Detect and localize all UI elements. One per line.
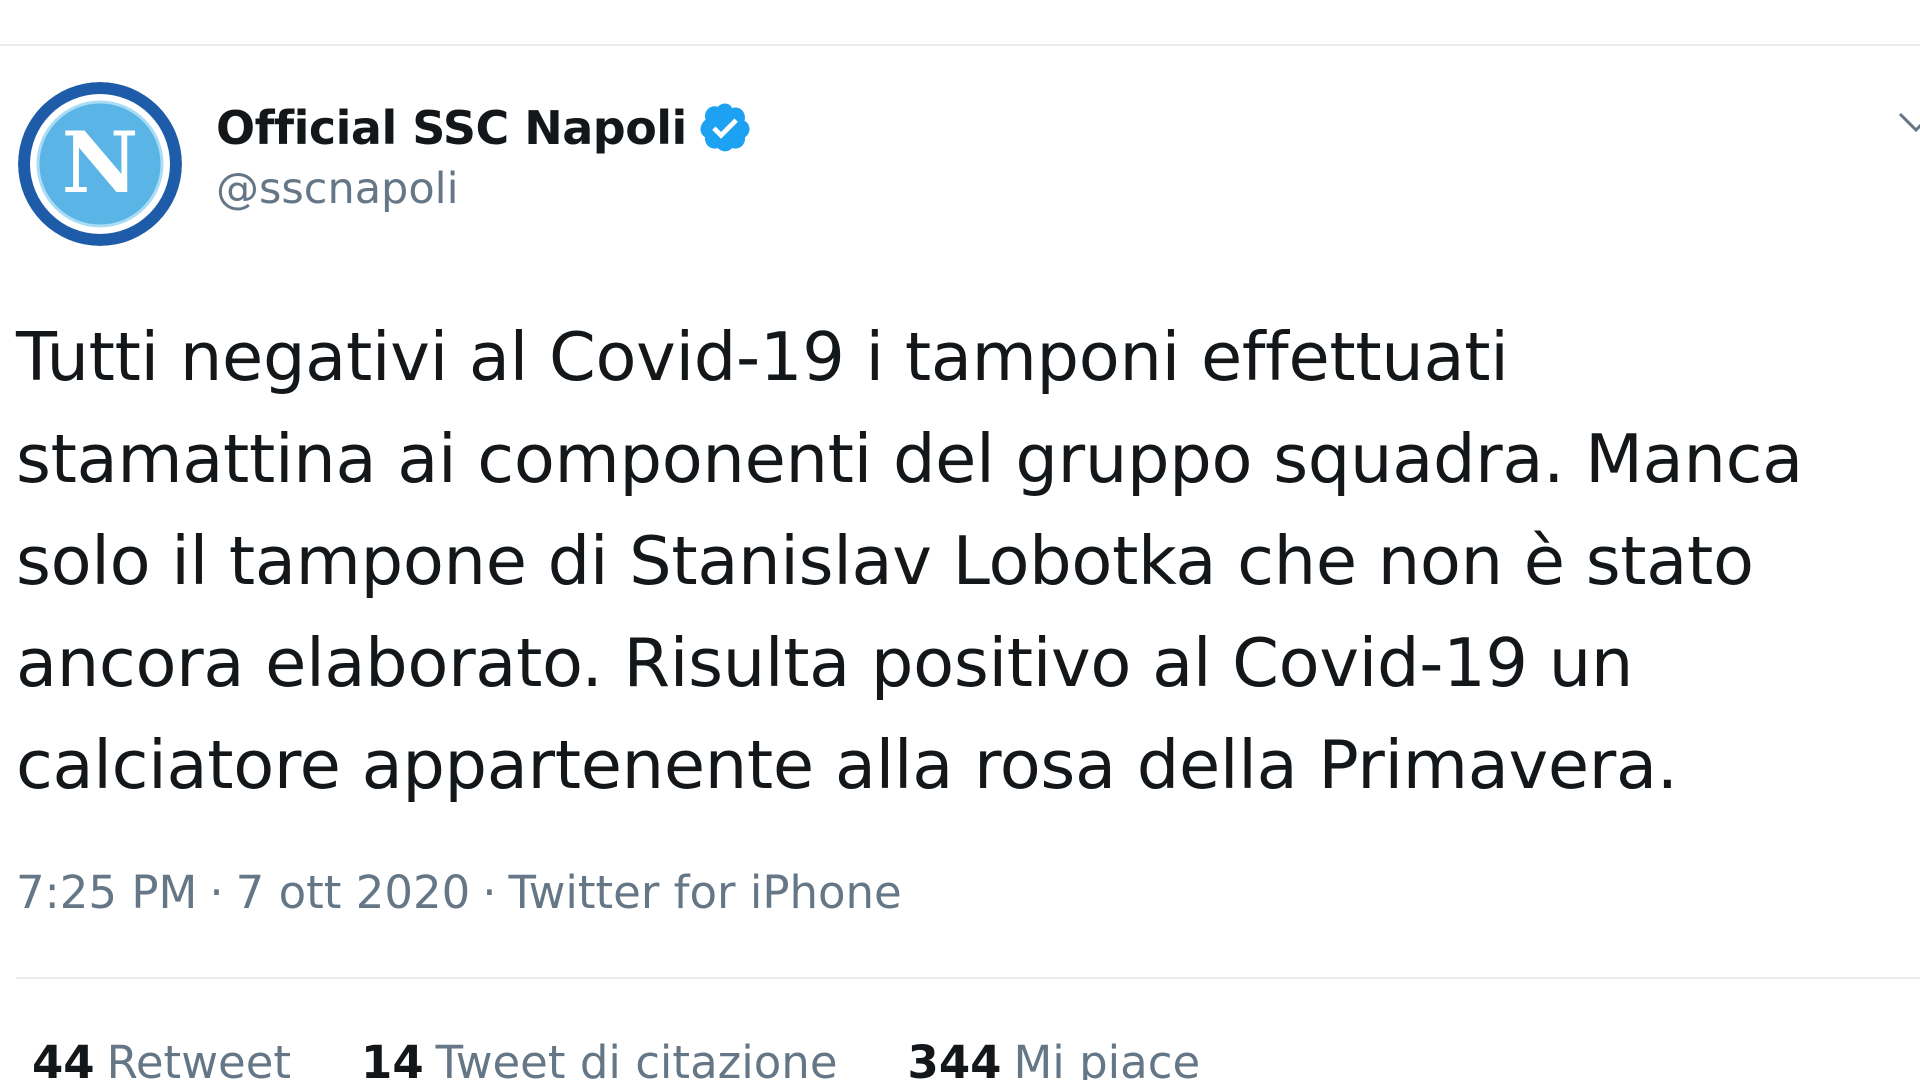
retweets-stat[interactable]: 44 Retweet (32, 1036, 291, 1080)
quotes-stat[interactable]: 14 Tweet di citazione (361, 1036, 837, 1080)
retweets-count: 44 (32, 1036, 95, 1080)
tweet-source[interactable]: Twitter for iPhone (509, 866, 902, 919)
tweet-text: Tutti negativi al Covid-19 i tamponi eff… (16, 318, 1803, 804)
stats-divider (16, 977, 1920, 979)
avatar[interactable]: N (18, 82, 182, 246)
meta-separator: · (209, 866, 224, 919)
tweet-time[interactable]: 7:25 PM (16, 866, 197, 919)
chevron-down-icon[interactable] (1896, 108, 1920, 138)
display-name[interactable]: Official SSC Napoli (216, 101, 687, 155)
top-divider (0, 44, 1920, 46)
name-row: Official SSC Napoli (216, 92, 753, 164)
tweet-page: N Official SSC Napoli @sscnapoli Tutti n… (0, 0, 1920, 1080)
user-handle[interactable]: @sscnapoli (216, 164, 753, 214)
meta-separator: · (482, 866, 497, 919)
likes-stat[interactable]: 344 Mi piace (908, 1036, 1201, 1080)
likes-label: Mi piace (1013, 1036, 1201, 1080)
tweet-date[interactable]: 7 ott 2020 (236, 866, 471, 919)
quotes-label: Tweet di citazione (435, 1036, 838, 1080)
tweet-stats: 44 Retweet 14 Tweet di citazione 344 Mi pia… (32, 1036, 1270, 1080)
likes-count: 344 (907, 1036, 1002, 1080)
verified-badge-icon (700, 103, 750, 152)
napoli-crest-icon: N (18, 82, 182, 246)
tweet-header: Official SSC Napoli @sscnapoli (216, 92, 753, 214)
quotes-count: 14 (361, 1036, 424, 1080)
retweets-label: Retweet (106, 1036, 292, 1080)
tweet-meta: 7:25 PM · 7 ott 2020 · Twitter for iPhon… (16, 866, 902, 919)
avatar-letter: N (62, 113, 139, 212)
